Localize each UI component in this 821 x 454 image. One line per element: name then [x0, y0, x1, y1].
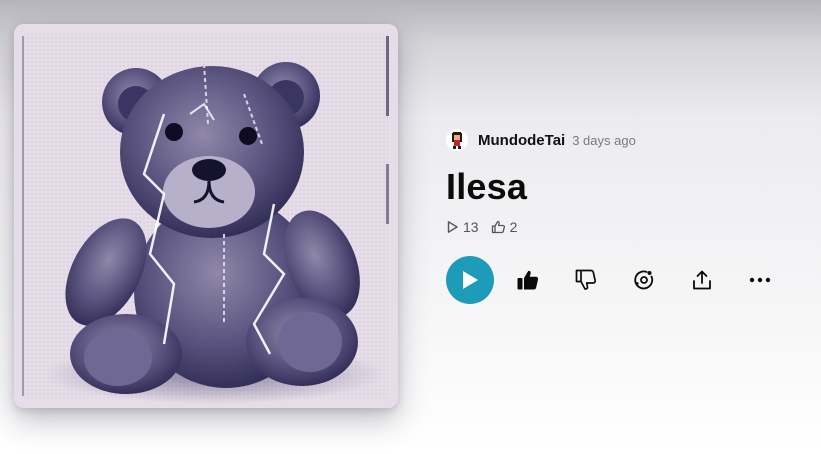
play-icon — [463, 271, 478, 289]
plays-stat: 13 — [446, 219, 479, 235]
teddy-bear-image — [14, 24, 398, 408]
more-icon — [749, 277, 771, 283]
remix-button[interactable] — [624, 260, 664, 300]
artist-row: MundodeTai 3 days ago — [446, 128, 806, 152]
avatar-icon — [446, 129, 468, 151]
share-button[interactable] — [682, 260, 722, 300]
track-actions — [446, 256, 780, 304]
play-button[interactable] — [446, 256, 494, 304]
more-button[interactable] — [740, 260, 780, 300]
posted-time: 3 days ago — [572, 132, 636, 148]
dislike-button[interactable] — [566, 260, 606, 300]
likes-icon — [491, 220, 505, 234]
remix-icon — [634, 270, 654, 290]
artist-name[interactable]: MundodeTai — [478, 132, 565, 149]
track-title[interactable]: Ilesa — [446, 166, 806, 208]
like-button[interactable] — [508, 260, 548, 300]
share-icon — [693, 270, 711, 290]
track-meta: MundodeTai 3 days ago Ilesa 13 2 — [446, 128, 806, 236]
plays-count: 13 — [463, 219, 479, 235]
likes-stat: 2 — [491, 219, 518, 235]
avatar[interactable] — [446, 129, 468, 151]
thumbs-up-icon — [517, 270, 539, 290]
track-stats: 13 2 — [446, 218, 806, 236]
thumbs-down-icon — [575, 269, 597, 290]
likes-count: 2 — [509, 219, 518, 235]
plays-icon — [447, 221, 458, 233]
cover-art[interactable] — [14, 24, 398, 408]
